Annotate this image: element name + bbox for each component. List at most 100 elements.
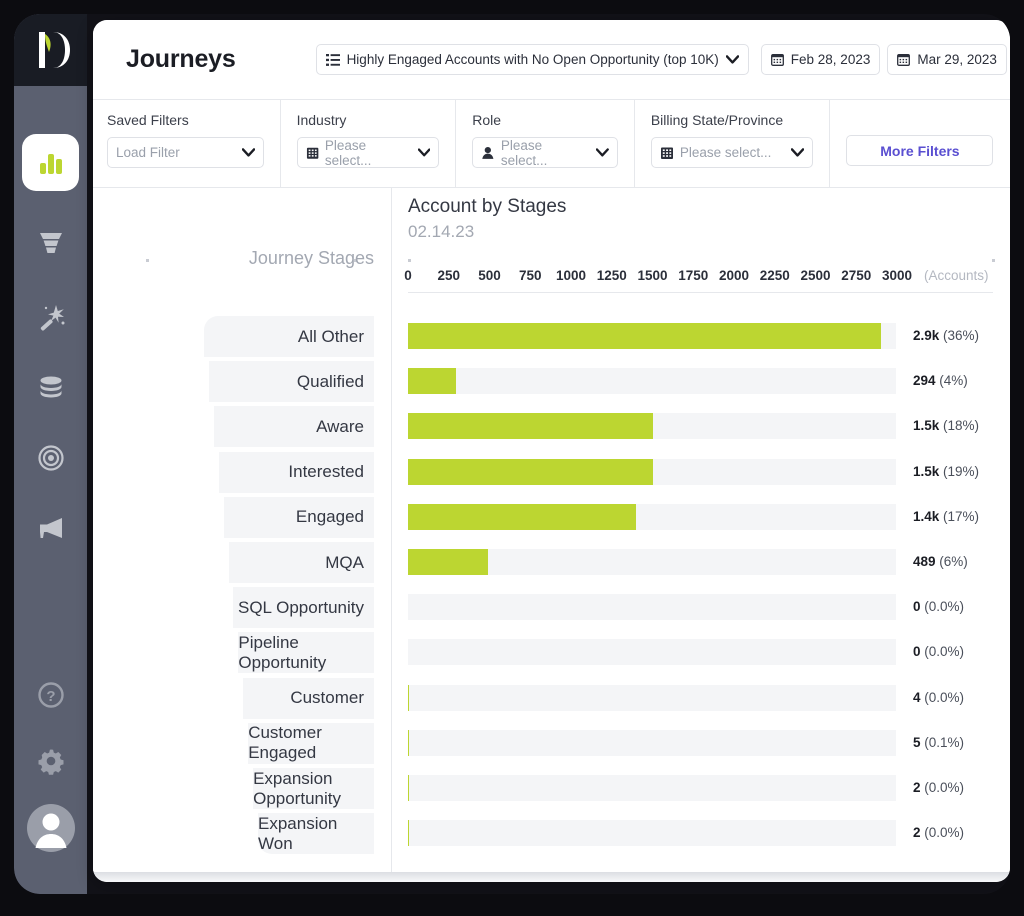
bar-value-percent: (0.0%) (924, 780, 964, 795)
bar-value-number: 489 (913, 554, 936, 569)
journey-stage-row[interactable]: Customer Engaged (248, 723, 374, 764)
bar-track (408, 639, 896, 665)
journey-stage-row[interactable]: Qualified (209, 361, 374, 402)
sidebar-item-analytics[interactable] (22, 134, 79, 191)
chart-body: Journey Stages All OtherQualifiedAwareIn… (93, 188, 1010, 872)
filter-billing-state: Billing State/Province Please select... (635, 100, 831, 188)
sidebar-item-goals[interactable] (22, 429, 79, 486)
x-axis-tick: 2250 (760, 268, 790, 283)
svg-text:?: ? (46, 688, 55, 705)
bar-track (408, 323, 896, 349)
journey-stages-pane: Journey Stages All OtherQualifiedAwareIn… (93, 188, 391, 872)
bar-fill[interactable] (408, 459, 653, 485)
role-select[interactable]: Please select... (472, 137, 618, 168)
bar-value-number: 0 (913, 644, 921, 659)
journey-stage-row[interactable]: Pipeline Opportunity (238, 632, 374, 673)
chart-title: Account by Stages (408, 196, 566, 218)
x-axis-tick: 2000 (719, 268, 749, 283)
bar-track (408, 368, 896, 394)
bar-value-label: 1.5k (18%) (913, 418, 979, 433)
chevron-down-icon (791, 148, 804, 157)
bar-value-percent: (19%) (943, 464, 979, 479)
bar-value-number: 2 (913, 780, 921, 795)
bar-fill[interactable] (408, 504, 636, 530)
bar-value-label: 1.4k (17%) (913, 509, 979, 524)
date-from-button[interactable]: Feb 28, 2023 (761, 44, 881, 75)
database-icon (36, 373, 66, 403)
bar-value-label: 294 (4%) (913, 373, 968, 388)
bar-value-percent: (6%) (939, 554, 968, 569)
journey-stage-row[interactable]: Expansion Opportunity (253, 768, 374, 809)
date-to-button[interactable]: Mar 29, 2023 (887, 44, 1007, 75)
bar-fill[interactable] (408, 549, 488, 575)
bar-fill[interactable] (408, 413, 653, 439)
journey-stage-row[interactable]: Interested (219, 452, 374, 493)
bar-value-number: 2 (913, 825, 921, 840)
saved-view-label: Highly Engaged Accounts with No Open Opp… (347, 52, 719, 67)
journey-stage-row[interactable]: Customer (243, 678, 374, 719)
x-axis-tick: 1250 (597, 268, 627, 283)
bar-value-number: 2.9k (913, 328, 939, 343)
filter-role: Role Please select... (456, 100, 635, 188)
sidebar-item-data[interactable] (22, 359, 79, 416)
page-header: Journeys Highly Engaged Accounts with No… (93, 20, 1010, 100)
sidebar-item-magic-wand[interactable] (22, 289, 79, 346)
saved-view-select[interactable]: Highly Engaged Accounts with No Open Opp… (316, 44, 749, 75)
bar-value-percent: (0.0%) (924, 644, 964, 659)
dreamdata-d-logo-icon (31, 29, 71, 71)
bar-value-percent: (0.1%) (924, 735, 964, 750)
filter-label: Saved Filters (107, 112, 264, 128)
date-range-group: Feb 28, 2023 Mar 29, 2023 (761, 44, 1007, 75)
filter-label: Billing State/Province (651, 112, 814, 128)
bar-value-percent: (18%) (943, 418, 979, 433)
industry-select[interactable]: Please select... (297, 137, 440, 168)
filter-saved-filters: Saved Filters Load Filter (93, 100, 281, 188)
x-axis-tick: 2500 (800, 268, 830, 283)
saved-filters-value: Load Filter (116, 145, 180, 160)
filter-industry: Industry Please select... (281, 100, 457, 188)
bar-value-label: 489 (6%) (913, 554, 968, 569)
bar-value-label: 0 (0.0%) (913, 644, 964, 659)
x-axis-tick: 1000 (556, 268, 586, 283)
role-value: Please select... (501, 138, 590, 168)
app-logo[interactable] (14, 14, 87, 86)
filter-label: Role (472, 112, 618, 128)
sidebar-item-campaigns[interactable] (22, 499, 79, 556)
bar-value-label: 5 (0.1%) (913, 735, 964, 750)
journey-stage-row[interactable]: MQA (229, 542, 374, 583)
saved-filters-select[interactable]: Load Filter (107, 137, 264, 168)
help-icon: ? (36, 680, 66, 710)
sidebar-item-help[interactable]: ? (22, 666, 79, 723)
journey-stage-row[interactable]: Expansion Won (258, 813, 374, 854)
bar-fill[interactable] (408, 685, 409, 711)
billing-state-select[interactable]: Please select... (651, 137, 814, 168)
bar-fill[interactable] (408, 730, 409, 756)
bar-track (408, 459, 896, 485)
bar-value-label: 4 (0.0%) (913, 690, 964, 705)
bar-track (408, 413, 896, 439)
sidebar-item-account[interactable] (22, 799, 79, 856)
journey-stage-row[interactable]: Engaged (224, 497, 374, 538)
bar-fill[interactable] (408, 368, 456, 394)
sidebar-item-funnel[interactable] (22, 214, 79, 271)
journey-stage-row[interactable]: All Other (204, 316, 374, 357)
x-axis-tick: 500 (478, 268, 501, 283)
bar-value-number: 1.4k (913, 509, 939, 524)
x-axis-tick: 2750 (841, 268, 871, 283)
journey-stage-row[interactable]: SQL Opportunity (233, 587, 374, 628)
tick-dot (992, 259, 995, 262)
journey-stage-row[interactable]: Aware (214, 406, 374, 447)
bar-value-number: 294 (913, 373, 936, 388)
bar-value-number: 0 (913, 599, 921, 614)
chart-pane: Account by Stages 02.14.23 (Accounts) 02… (391, 188, 1010, 872)
sidebar: ? (14, 14, 87, 894)
filter-more: More Filters (830, 100, 1010, 188)
bar-fill[interactable] (408, 323, 881, 349)
bar-value-number: 1.5k (913, 464, 939, 479)
bar-value-percent: (17%) (943, 509, 979, 524)
sidebar-item-settings[interactable] (22, 732, 79, 789)
chevron-down-icon (596, 148, 609, 157)
bar-value-percent: (0.0%) (924, 599, 964, 614)
more-filters-button[interactable]: More Filters (846, 135, 993, 166)
x-axis-tick: 250 (437, 268, 460, 283)
